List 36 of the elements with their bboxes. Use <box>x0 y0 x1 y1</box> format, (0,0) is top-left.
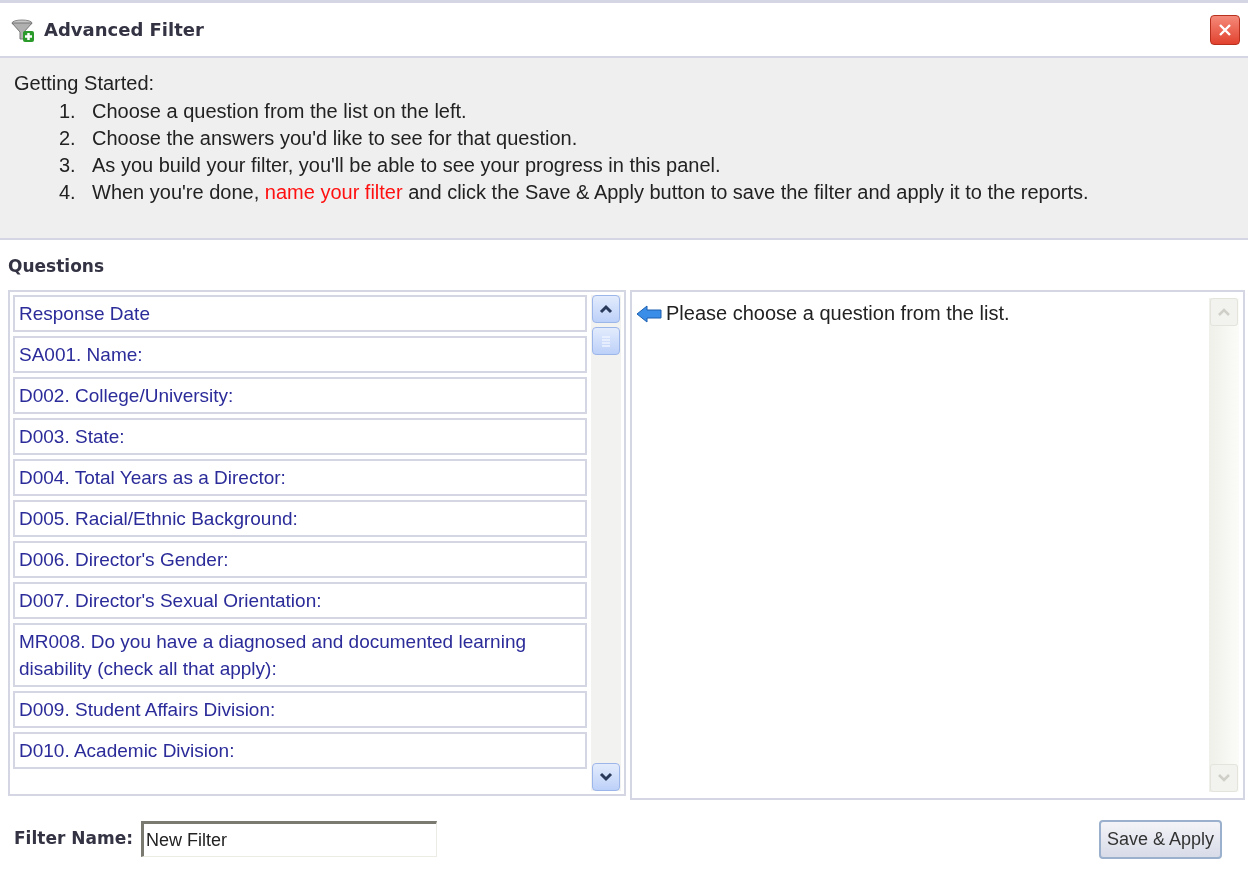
question-item[interactable]: D003. State: <box>13 417 588 455</box>
step-number: 2. <box>58 126 77 151</box>
question-item[interactable]: D007. Director's Sexual Orientation: <box>13 581 588 619</box>
question-item[interactable]: D006. Director's Gender: <box>13 540 588 578</box>
chevron-up-icon <box>1217 306 1231 317</box>
instruction-text: When you're done, name your filter and click the Save & Apply button to save the filter and apply it to the reports. <box>92 180 1089 205</box>
answers-message: Please choose a question from the list. <box>666 300 1010 326</box>
instruction-text: Choose a question from the list on the left. <box>92 99 467 124</box>
scrollbar[interactable] <box>591 294 621 791</box>
step-number: 3. <box>58 153 77 178</box>
chevron-up-icon <box>599 303 614 314</box>
scroll-up-button[interactable] <box>592 294 621 323</box>
instruction-text: Choose the answers you'd like to see for that question. <box>92 126 578 151</box>
close-button[interactable] <box>1210 14 1240 45</box>
scroll-down-button[interactable] <box>592 762 621 791</box>
question-item[interactable]: D009. Student Affairs Division: <box>13 690 588 728</box>
step-number: 1. <box>58 99 77 124</box>
question-item[interactable]: D005. Racial/Ethnic Background: <box>13 499 588 537</box>
instruction-text: As you build your filter, you'll be able to see your progress in this panel. <box>92 153 721 178</box>
filter-name-label: Filter Name: <box>14 827 133 851</box>
question-item[interactable]: D002. College/University: <box>13 376 588 414</box>
question-item[interactable]: D004. Total Years as a Director: <box>13 458 588 496</box>
window-title: Advanced Filter <box>44 18 205 42</box>
chevron-down-icon <box>1217 772 1231 783</box>
step-number: 4. <box>58 180 77 205</box>
chevron-down-icon <box>599 771 614 782</box>
close-icon <box>1217 21 1233 38</box>
scroll-thumb[interactable] <box>592 326 621 355</box>
instructions-heading: Getting Started: <box>14 71 156 96</box>
save-apply-button[interactable]: Save & Apply <box>1098 819 1222 859</box>
question-item[interactable]: Response Date <box>13 294 588 332</box>
question-item[interactable]: SA001. Name: <box>13 335 588 373</box>
filter-name-field[interactable]: New Filter <box>140 821 437 857</box>
section-heading: Questions <box>7 255 106 278</box>
question-item[interactable]: D010. Academic Division: <box>13 731 588 769</box>
question-item[interactable]: MR008. Do you have a diagnosed and documented learning disability (check all that apply): <box>13 622 588 687</box>
